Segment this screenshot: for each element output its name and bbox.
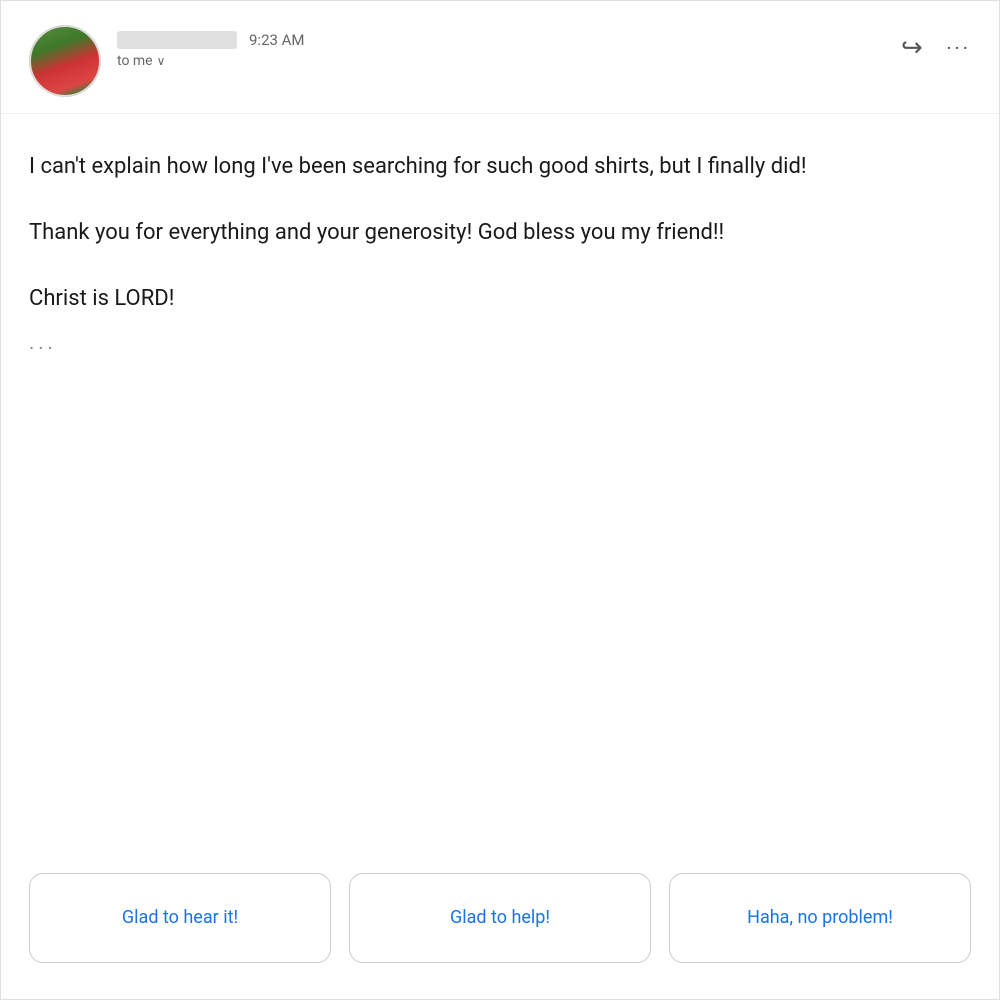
to-me-label: to me — [117, 53, 153, 69]
email-body: I can't explain how long I've been searc… — [1, 114, 999, 849]
email-header: 9:23 AM to me ∨ ↩ ··· — [1, 1, 999, 114]
sender-section: 9:23 AM to me ∨ — [29, 25, 305, 97]
sender-info: 9:23 AM to me ∨ — [117, 25, 305, 69]
ellipsis-more[interactable]: ··· — [29, 336, 971, 360]
email-text: I can't explain how long I've been searc… — [29, 150, 971, 316]
email-paragraph-1: I can't explain how long I've been searc… — [29, 150, 971, 184]
email-timestamp: 9:23 AM — [249, 31, 305, 49]
smart-reply-2[interactable]: Glad to help! — [349, 873, 651, 963]
sender-name-row: 9:23 AM — [117, 31, 305, 49]
chevron-down-icon[interactable]: ∨ — [157, 54, 166, 68]
smart-reply-1[interactable]: Glad to hear it! — [29, 873, 331, 963]
avatar-image — [29, 25, 101, 97]
email-view: 9:23 AM to me ∨ ↩ ··· I can't explain ho… — [0, 0, 1000, 1000]
smart-reply-3[interactable]: Haha, no problem! — [669, 873, 971, 963]
email-paragraph-2: Thank you for everything and your genero… — [29, 216, 971, 250]
sender-name-blurred — [117, 31, 237, 49]
to-me-row[interactable]: to me ∨ — [117, 53, 305, 69]
more-options-icon[interactable]: ··· — [946, 36, 971, 60]
email-paragraph-3: Christ is LORD! — [29, 282, 971, 316]
avatar — [29, 25, 101, 97]
reply-icon[interactable]: ↩ — [901, 33, 923, 63]
header-actions: ↩ ··· — [901, 25, 971, 63]
smart-replies: Glad to hear it! Glad to help! Haha, no … — [1, 849, 999, 999]
